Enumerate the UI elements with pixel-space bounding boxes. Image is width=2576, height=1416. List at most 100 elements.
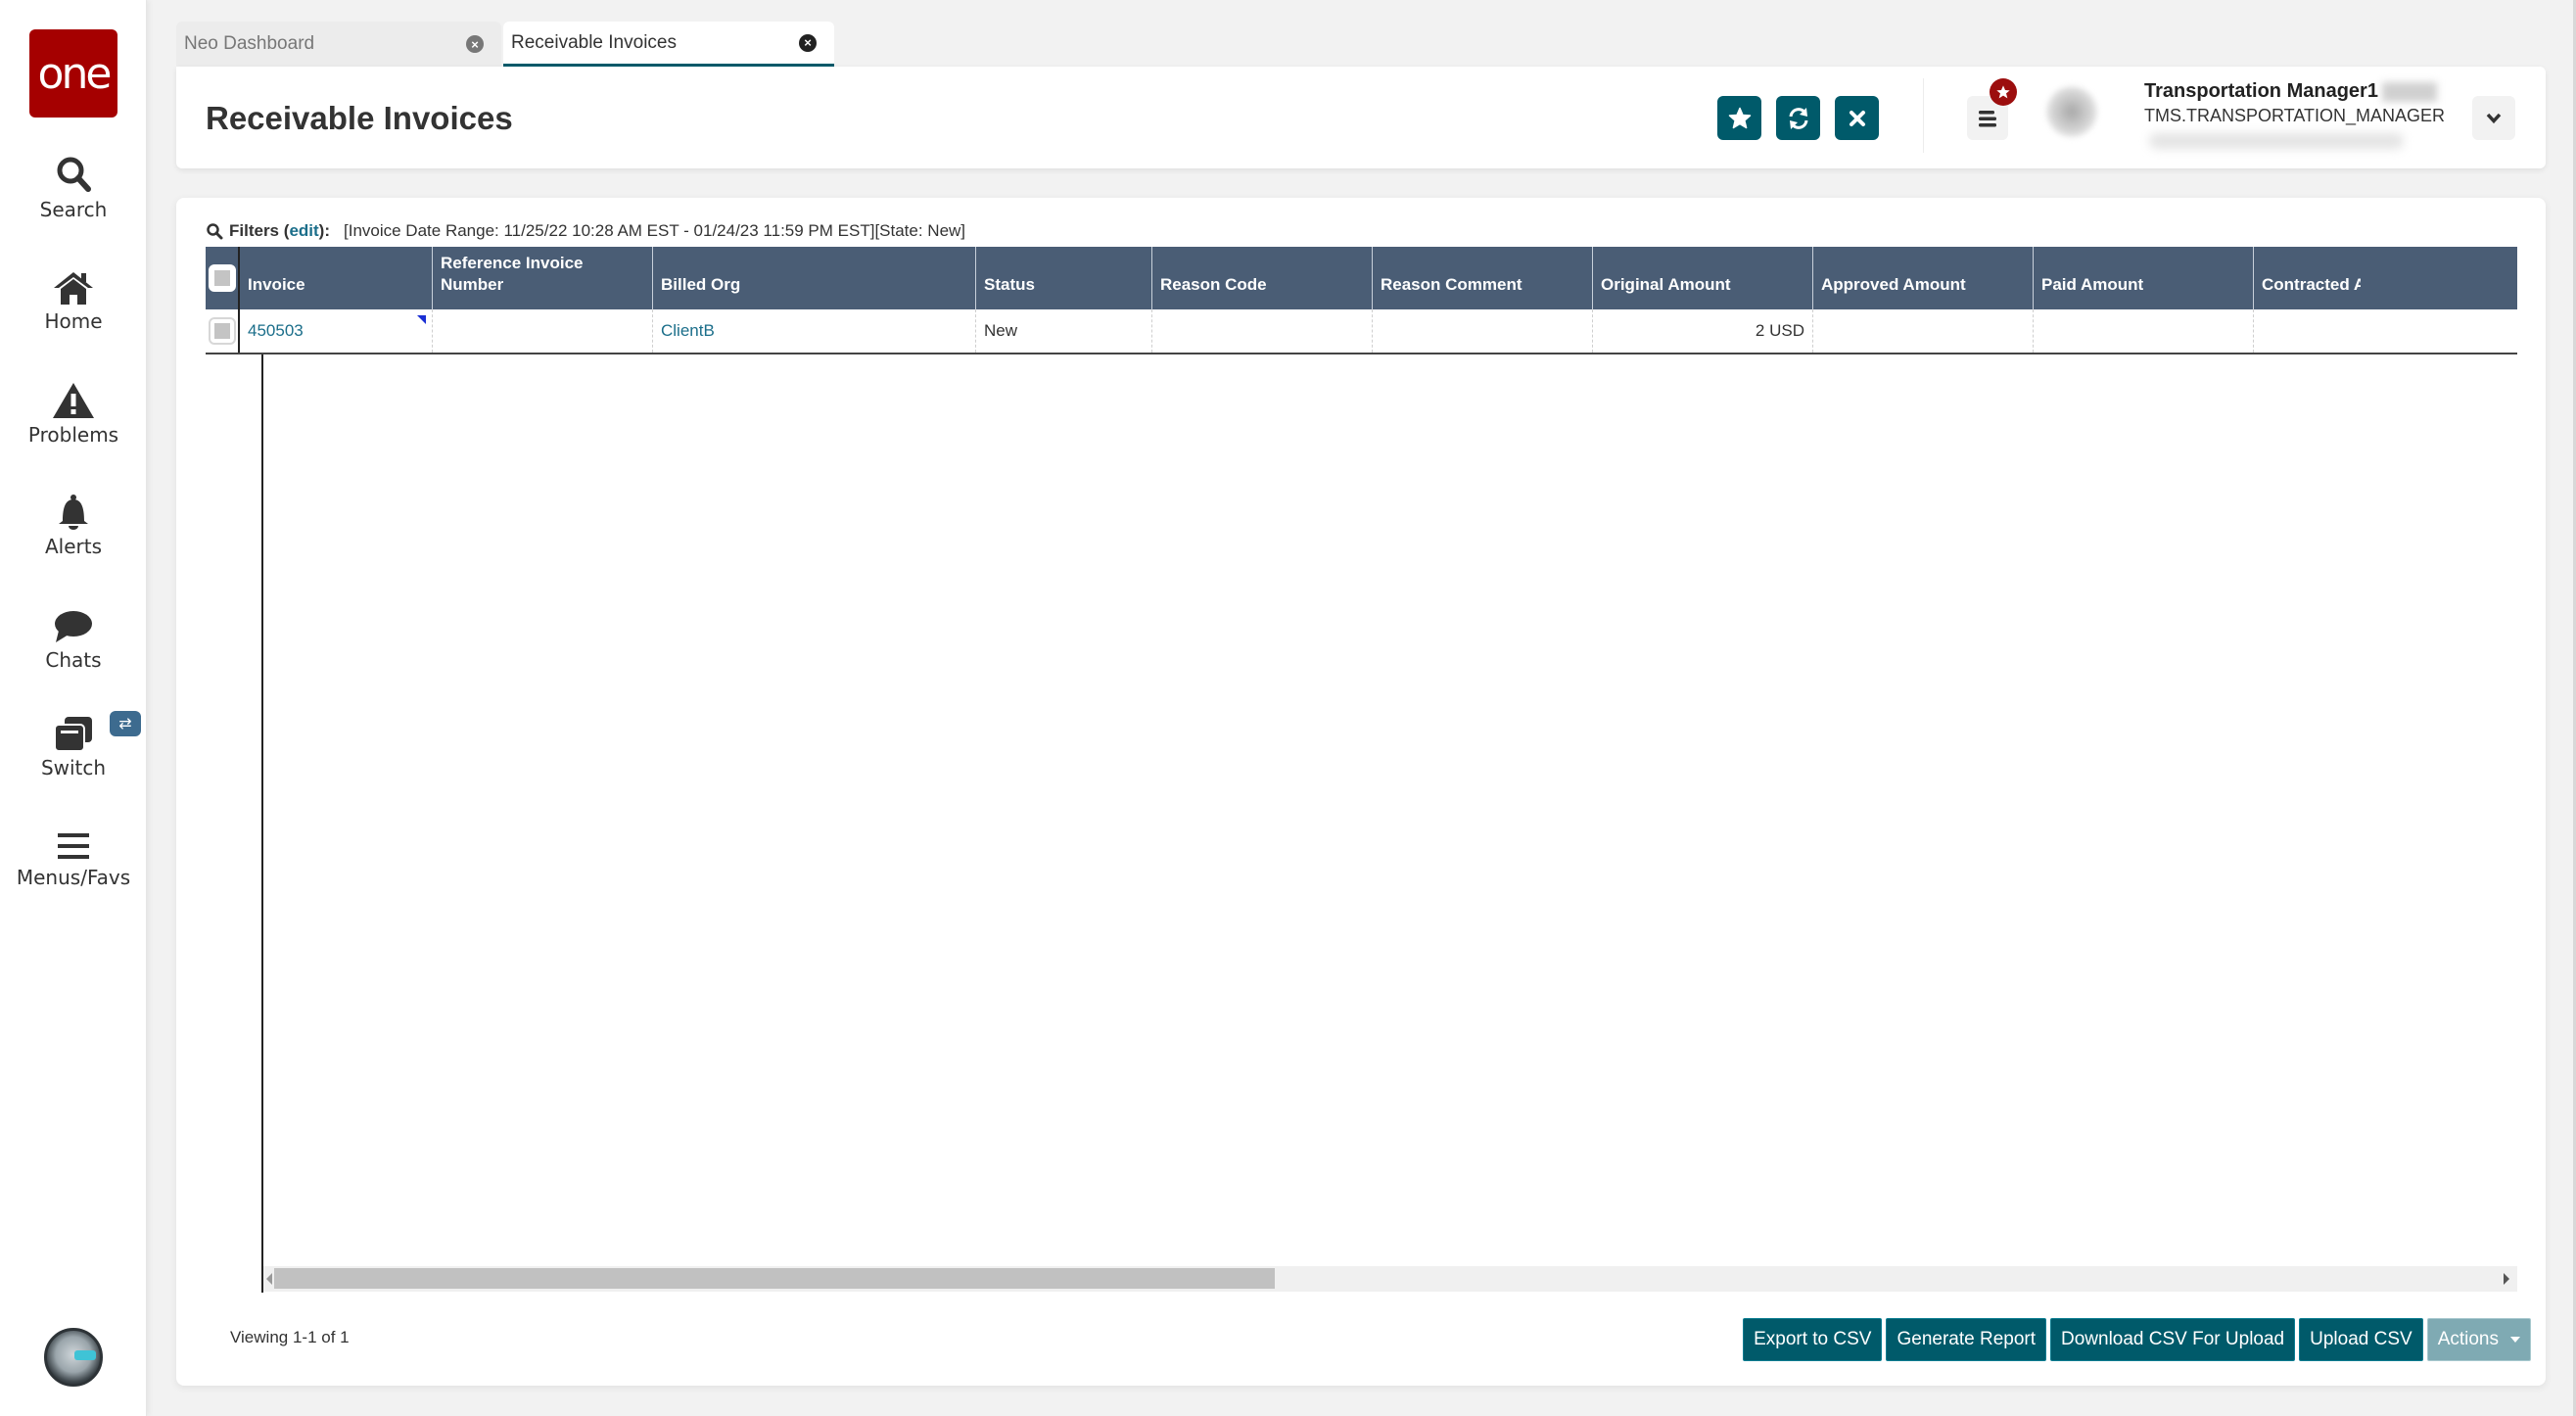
sidebar-item-alerts[interactable]: Alerts	[0, 494, 147, 558]
horizontal-scrollbar[interactable]	[263, 1266, 2517, 1292]
footer-actions: Export to CSV Generate Report Download C…	[1743, 1318, 2531, 1361]
invoice-link[interactable]: 450503	[248, 321, 304, 341]
close-tab-icon[interactable]: ×	[799, 33, 817, 52]
tab-neo-dashboard[interactable]: Neo Dashboard ×	[176, 22, 501, 67]
tab-receivable-invoices[interactable]: Receivable Invoices ×	[503, 22, 834, 67]
favorite-button[interactable]	[1717, 96, 1761, 140]
refresh-button[interactable]	[1776, 96, 1820, 140]
column-header-reference-invoice-number[interactable]: Reference Invoice Number	[433, 247, 653, 309]
cell-approved-amount	[1813, 309, 2034, 353]
sidebar-item-label: Problems	[27, 423, 119, 447]
header-divider	[1923, 78, 1924, 153]
avatar-visor	[74, 1350, 96, 1360]
chevron-down-icon	[2486, 113, 2502, 123]
filters-value: [Invoice Date Range: 11/25/22 10:28 AM E…	[344, 221, 966, 240]
select-all-checkbox[interactable]	[208, 264, 236, 292]
table-row[interactable]: 450503 ClientB New 2 USD	[206, 309, 2517, 354]
sidebar-item-label: Alerts	[44, 535, 103, 558]
scroll-left-arrow-icon[interactable]	[266, 1273, 272, 1285]
select-all-cell	[206, 247, 240, 309]
edit-filters-link[interactable]: edit	[289, 221, 318, 240]
sidebar-item-menus-favs[interactable]: Menus/Favs	[0, 830, 147, 889]
export-to-csv-button[interactable]: Export to CSV	[1743, 1318, 1883, 1361]
filters-label-text: Filters	[229, 221, 280, 240]
hamburger-menu-icon	[58, 833, 89, 859]
switch-windows-icon	[54, 717, 92, 752]
refresh-icon	[1789, 107, 1807, 129]
page-header: Receivable Invoices Transportation Manag…	[176, 67, 2546, 168]
main-content: Filters (edit): [Invoice Date Range: 11/…	[176, 198, 2546, 1386]
close-icon	[1849, 110, 1865, 126]
swap-arrows-icon[interactable]: ⇄	[110, 711, 141, 736]
tab-label: Receivable Invoices	[511, 31, 677, 53]
upload-csv-button[interactable]: Upload CSV	[2299, 1318, 2423, 1361]
close-tab-icon[interactable]: ×	[466, 35, 484, 53]
table-header: Invoice Reference Invoice Number Billed …	[206, 247, 2517, 309]
user-avatar[interactable]	[2046, 86, 2097, 137]
column-header-invoice[interactable]: Invoice	[240, 247, 433, 309]
user-menu-dropdown-button[interactable]	[2472, 96, 2515, 140]
sidebar-item-chats[interactable]: Chats	[0, 609, 147, 672]
column-header-approved-amount[interactable]: Approved Amount	[1813, 247, 2034, 309]
column-header-original-amount[interactable]: Original Amount	[1593, 247, 1813, 309]
column-header-billed-org[interactable]: Billed Org	[653, 247, 976, 309]
row-select-cell	[206, 309, 240, 353]
sidebar-item-label: Switch	[40, 756, 107, 779]
cell-note-indicator	[417, 315, 426, 324]
column-header-status[interactable]: Status	[976, 247, 1152, 309]
tab-label: Neo Dashboard	[184, 33, 315, 54]
cell-billed-org: ClientB	[653, 309, 976, 353]
sidebar-item-switch[interactable]: ⇄ Switch	[0, 711, 147, 779]
generate-report-button[interactable]: Generate Report	[1886, 1318, 2046, 1361]
favorites-badge[interactable]	[1990, 78, 2017, 106]
star-icon	[1728, 107, 1751, 128]
search-icon	[207, 223, 223, 240]
billed-org-link[interactable]: ClientB	[661, 321, 715, 341]
sidebar-item-label: Search	[39, 198, 108, 221]
paren: ):	[318, 221, 330, 240]
sidebar-item-label: Chats	[45, 648, 102, 672]
app-logo[interactable]: one	[29, 29, 117, 118]
scrollbar-thumb[interactable]	[274, 1268, 1275, 1289]
warning-icon	[53, 383, 94, 418]
redacted-text	[2381, 81, 2437, 102]
column-header-reason-comment[interactable]: Reason Comment	[1373, 247, 1593, 309]
bell-icon	[59, 495, 88, 530]
cell-original-amount: 2 USD	[1593, 309, 1813, 353]
cell-status: New	[976, 309, 1152, 353]
page-title: Receivable Invoices	[206, 100, 513, 136]
pagination-status: Viewing 1-1 of 1	[230, 1328, 350, 1346]
user-avatar[interactable]	[44, 1328, 103, 1387]
search-icon	[57, 157, 91, 192]
star-icon	[1996, 85, 2010, 99]
row-checkbox[interactable]	[208, 317, 236, 345]
left-sidebar: one Search Home Problems Alerts Chats ⇄ …	[0, 0, 147, 1416]
cell-contracted-amount	[2254, 309, 2361, 353]
download-csv-for-upload-button[interactable]: Download CSV For Upload	[2050, 1318, 2296, 1361]
sidebar-item-label: Home	[44, 309, 103, 333]
invoices-table: Invoice Reference Invoice Number Billed …	[206, 247, 2517, 354]
filters-bar: Filters (edit): [Invoice Date Range: 11/…	[206, 221, 965, 241]
user-name-text: Transportation Manager1	[2144, 80, 2378, 102]
frozen-column-divider	[261, 354, 263, 1293]
column-header-reason-code[interactable]: Reason Code	[1152, 247, 1373, 309]
home-icon	[54, 272, 93, 305]
sidebar-item-home[interactable]: Home	[0, 270, 147, 333]
sidebar-item-problems[interactable]: Problems	[0, 382, 147, 447]
column-header-paid-amount[interactable]: Paid Amount	[2034, 247, 2254, 309]
actions-dropdown-button[interactable]: Actions	[2426, 1318, 2531, 1361]
sidebar-item-search[interactable]: Search	[0, 155, 147, 221]
cell-paid-amount	[2034, 309, 2254, 353]
hamburger-menu-icon	[1979, 110, 1996, 126]
cell-invoice: 450503	[240, 309, 433, 353]
filters-label: Filters (edit):	[229, 221, 330, 241]
scroll-right-arrow-icon[interactable]	[2504, 1273, 2509, 1285]
tab-bar: Neo Dashboard × Receivable Invoices ×	[176, 22, 834, 67]
user-role: TMS.TRANSPORTATION_MANAGER	[2144, 106, 2446, 125]
cell-reason-code	[1152, 309, 1373, 353]
redacted-email	[2149, 133, 2404, 149]
column-header-contracted-amount[interactable]: Contracted A	[2254, 247, 2361, 309]
close-page-button[interactable]	[1835, 96, 1879, 140]
cell-reference-invoice-number	[433, 309, 653, 353]
sidebar-item-label: Menus/Favs	[16, 866, 131, 889]
